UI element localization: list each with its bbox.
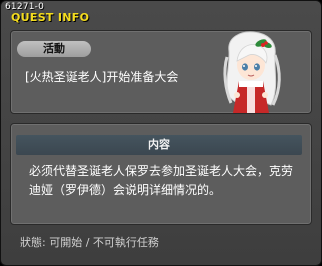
quest-name: [火热圣诞老人]开始准备大会 [25, 70, 179, 84]
quest-status: 狀態: 可開始 / 不可執行任務 [20, 236, 159, 249]
close-icon[interactable] [301, 7, 315, 21]
npc-portrait-icon [223, 31, 281, 113]
quest-category-tag: 活動 [17, 41, 91, 57]
content-description: 必须代替圣诞老人保罗去参加圣诞老人大会，克劳迪娅（罗伊德）会说明详细情况的。 [29, 164, 294, 197]
quest-info-window: 61271-0 QUEST INFO 活動 [火热圣诞老人]开始准备大会 内容 … [0, 0, 322, 266]
quest-content-panel: 内容 必须代替圣诞老人保罗去参加圣诞老人大会，克劳迪娅（罗伊德）会说明详细情况的… [10, 123, 312, 225]
window-title: QUEST INFO [11, 11, 90, 24]
quest-summary-panel: 活動 [火热圣诞老人]开始准备大会 [10, 30, 312, 114]
content-header: 内容 [16, 135, 302, 155]
